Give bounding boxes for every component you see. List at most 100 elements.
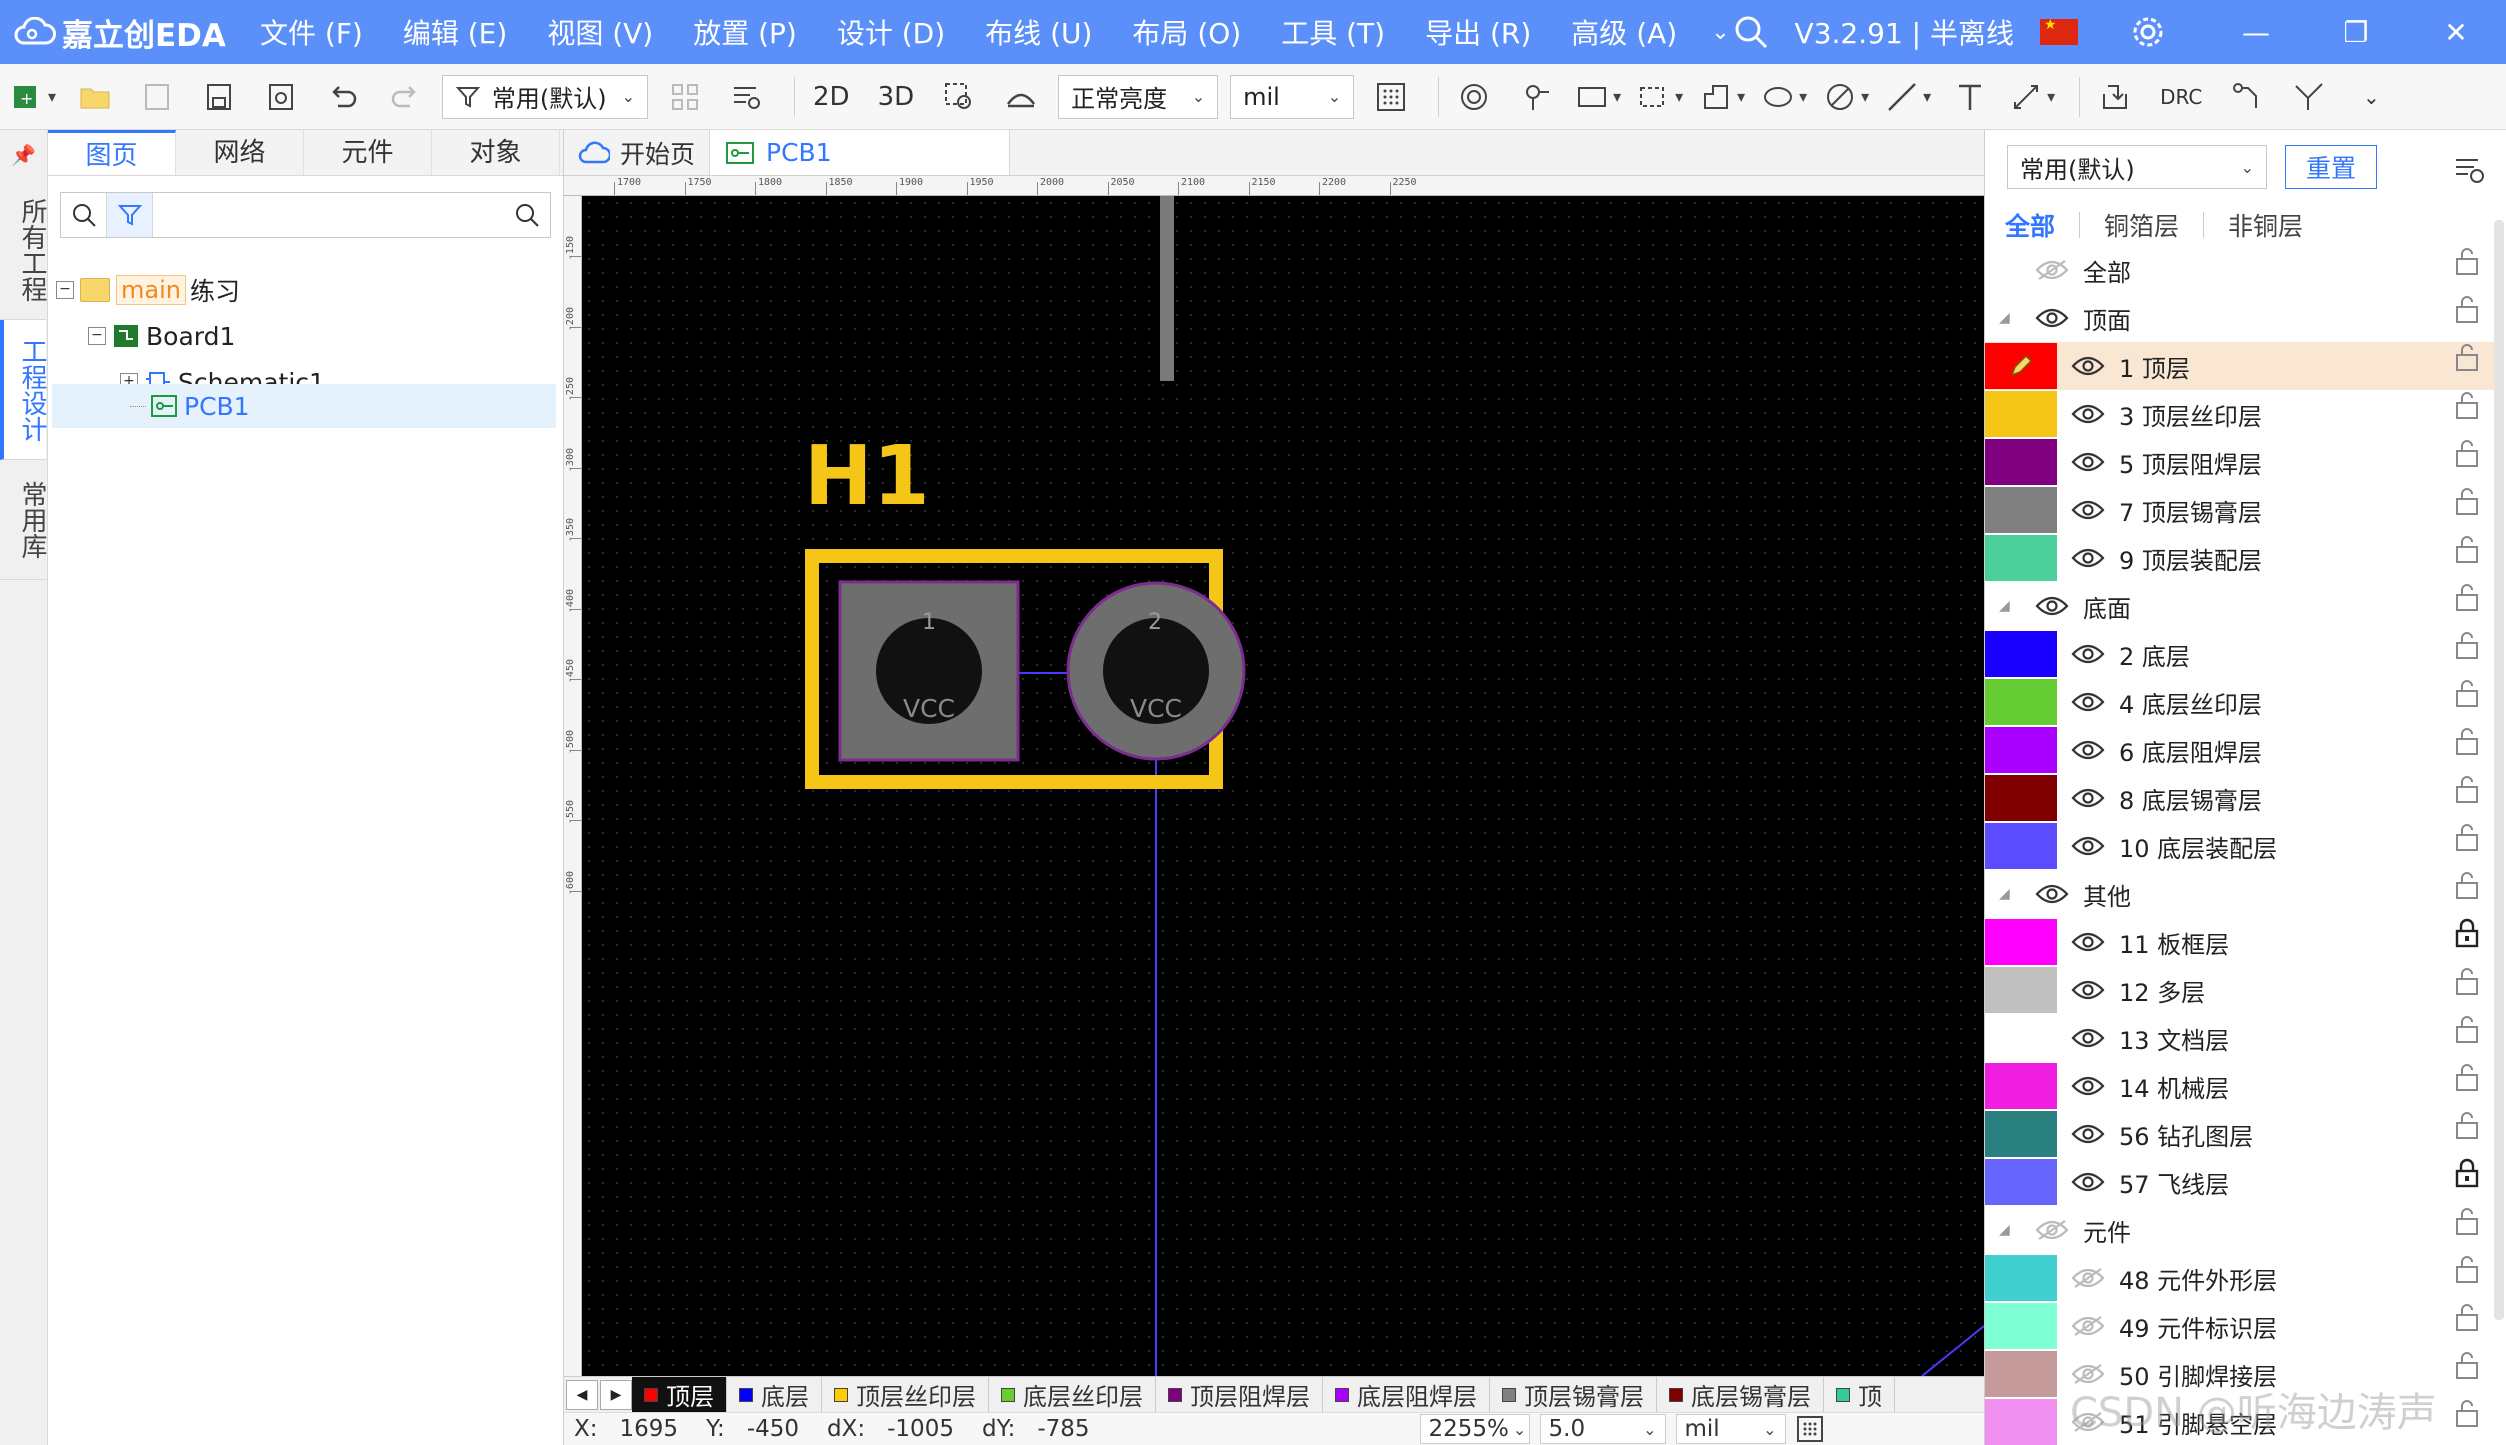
layer-color-swatch[interactable] (1985, 1303, 2057, 1349)
lock-open-icon[interactable] (2453, 630, 2481, 660)
layer-color-swatch[interactable] (1985, 823, 2057, 869)
layer-tab-bottom-paste[interactable]: 底层锡膏层 (1657, 1377, 1824, 1412)
eye-icon[interactable] (2071, 979, 2119, 1001)
pin-icon[interactable]: 📌 (0, 130, 47, 180)
collapse-triangle-icon[interactable]: ◢ (1999, 886, 2035, 902)
pcb-canvas[interactable]: H1 1 2 VCC VCC (582, 196, 1984, 1376)
undo-icon[interactable] (318, 72, 368, 122)
layer-row[interactable]: 4 底层丝印层 (1985, 678, 2495, 726)
eye-icon[interactable] (2071, 1027, 2119, 1049)
layer-row[interactable]: 8 底层锡膏层 (1985, 774, 2495, 822)
line-icon[interactable]: ▾ (1883, 72, 1933, 122)
polygon-icon[interactable]: ▾ (1697, 72, 1747, 122)
layer-row[interactable]: 51 引脚悬空层 (1985, 1398, 2495, 1445)
tab-components[interactable]: 元件 (304, 130, 432, 175)
eye-icon[interactable] (2071, 1171, 2119, 1193)
vtab-project-design[interactable]: 工程设计 (0, 320, 47, 460)
menu-route[interactable]: 布线 (U) (965, 12, 1112, 52)
eye-icon[interactable] (2071, 739, 2119, 761)
menu-export[interactable]: 导出 (R) (1405, 12, 1551, 52)
lock-open-icon[interactable] (2453, 966, 2481, 996)
layer-group-row[interactable]: ◢ 底面 (1985, 582, 2495, 630)
menu-place[interactable]: 放置 (P) (673, 12, 817, 52)
tab-start-page[interactable]: 开始页 (564, 130, 711, 175)
layer-color-swatch[interactable] (1985, 1015, 2057, 1061)
settings-gear-icon[interactable] (2130, 14, 2166, 50)
tab-pages[interactable]: 图页 (48, 130, 176, 175)
zoom-area-icon[interactable] (934, 72, 984, 122)
highlight-icon[interactable] (996, 72, 1046, 122)
layer-row[interactable]: 11 板框层 (1985, 918, 2495, 966)
route-track-icon[interactable] (2222, 72, 2272, 122)
layer-row[interactable]: 14 机械层 (1985, 1062, 2495, 1110)
rect-pad-icon[interactable]: ▾ (1573, 72, 1623, 122)
tab-pcb1[interactable]: PCB1 (710, 130, 1011, 175)
layer-tab-top-assembly[interactable]: 顶 (1824, 1377, 1895, 1412)
lock-open-icon[interactable] (2453, 486, 2481, 516)
layer-list-scrollbar[interactable] (2494, 220, 2504, 1320)
layer-color-swatch[interactable] (1985, 1399, 2057, 1445)
lock-open-icon[interactable] (2453, 342, 2481, 372)
layer-row[interactable]: 3 顶层丝印层 (1985, 390, 2495, 438)
select-filter-dropdown[interactable]: 常用(默认) ⌄ (442, 74, 648, 119)
lock-open-icon[interactable] (2453, 1350, 2481, 1380)
layer-row[interactable]: 12 多层 (1985, 966, 2495, 1014)
eye-icon[interactable] (2071, 547, 2119, 569)
layer-color-swatch[interactable] (1985, 391, 2057, 437)
menu-advanced[interactable]: 高级 (A) (1551, 12, 1697, 52)
layer-color-swatch[interactable] (1985, 343, 2057, 389)
vtab-all-projects[interactable]: 所有工程 (0, 180, 47, 320)
lock-open-icon[interactable] (2453, 390, 2481, 420)
layer-row[interactable]: 50 引脚焊接层 (1985, 1350, 2495, 1398)
eye-icon[interactable] (2071, 1123, 2119, 1145)
lock-open-icon[interactable] (2453, 1206, 2481, 1236)
unit-dropdown[interactable]: mil ⌄ (1230, 74, 1355, 119)
layer-color-swatch[interactable] (1985, 1159, 2057, 1205)
pin-probe-icon[interactable] (1511, 72, 1561, 122)
layer-row[interactable]: 13 文档层 (1985, 1014, 2495, 1062)
layer-row[interactable]: 1 顶层 (1985, 342, 2495, 390)
lock-open-icon[interactable] (2453, 1014, 2481, 1044)
layer-color-swatch[interactable] (1985, 679, 2057, 725)
project-search-input[interactable] (153, 195, 504, 235)
view-2d-button[interactable]: 2D (805, 72, 858, 122)
save-all-icon[interactable] (194, 72, 244, 122)
open-folder-icon[interactable] (70, 72, 120, 122)
lock-closed-icon[interactable] (2453, 918, 2481, 948)
component-designator[interactable]: H1 (804, 436, 930, 518)
dimension-icon[interactable]: ▾ (2007, 72, 2057, 122)
collapse-triangle-icon[interactable]: ◢ (1999, 310, 2035, 326)
menu-tools[interactable]: 工具 (T) (1261, 12, 1405, 52)
eye-hidden-icon[interactable] (2035, 1219, 2083, 1241)
layer-color-swatch[interactable] (1985, 775, 2057, 821)
eye-icon[interactable] (2035, 883, 2083, 905)
layer-group-row[interactable]: ◢ 其他 (1985, 870, 2495, 918)
grid-dots-icon[interactable] (1366, 72, 1416, 122)
menu-layout[interactable]: 布局 (O) (1112, 12, 1261, 52)
status-unit-dropdown[interactable]: mil ⌄ (1675, 1414, 1786, 1444)
lock-open-icon[interactable] (2453, 774, 2481, 804)
layer-color-swatch[interactable] (1985, 439, 2057, 485)
lock-open-icon[interactable] (2453, 246, 2481, 276)
scroll-left-icon[interactable]: ◀ (566, 1379, 598, 1410)
lock-open-icon[interactable] (2453, 1302, 2481, 1332)
history-save-icon[interactable] (256, 72, 306, 122)
language-flag-icon[interactable] (2040, 17, 2078, 45)
layer-settings-icon[interactable] (2452, 152, 2486, 186)
menu-file[interactable]: 文件 (F) (240, 12, 383, 52)
toolbar-more-chevron-icon[interactable]: ⌄ (2346, 72, 2396, 122)
layer-group-row[interactable]: 全部 (1985, 246, 2495, 294)
eye-icon[interactable] (2071, 931, 2119, 953)
layer-tab-top-silk[interactable]: 顶层丝印层 (822, 1377, 989, 1412)
eye-icon[interactable] (2071, 451, 2119, 473)
lock-open-icon[interactable] (2453, 1062, 2481, 1092)
lock-open-icon[interactable] (2453, 870, 2481, 900)
search-icon[interactable] (1731, 12, 1771, 52)
forbid-area-icon[interactable]: ▾ (1821, 72, 1871, 122)
layer-tab-top[interactable]: 顶层 (632, 1377, 727, 1412)
text-icon[interactable] (1945, 72, 1995, 122)
layer-color-swatch[interactable] (1985, 1351, 2057, 1397)
layer-tab-top-mask[interactable]: 顶层阻焊层 (1156, 1377, 1323, 1412)
lock-open-icon[interactable] (2453, 294, 2481, 324)
collapse-icon[interactable]: − (56, 281, 74, 299)
